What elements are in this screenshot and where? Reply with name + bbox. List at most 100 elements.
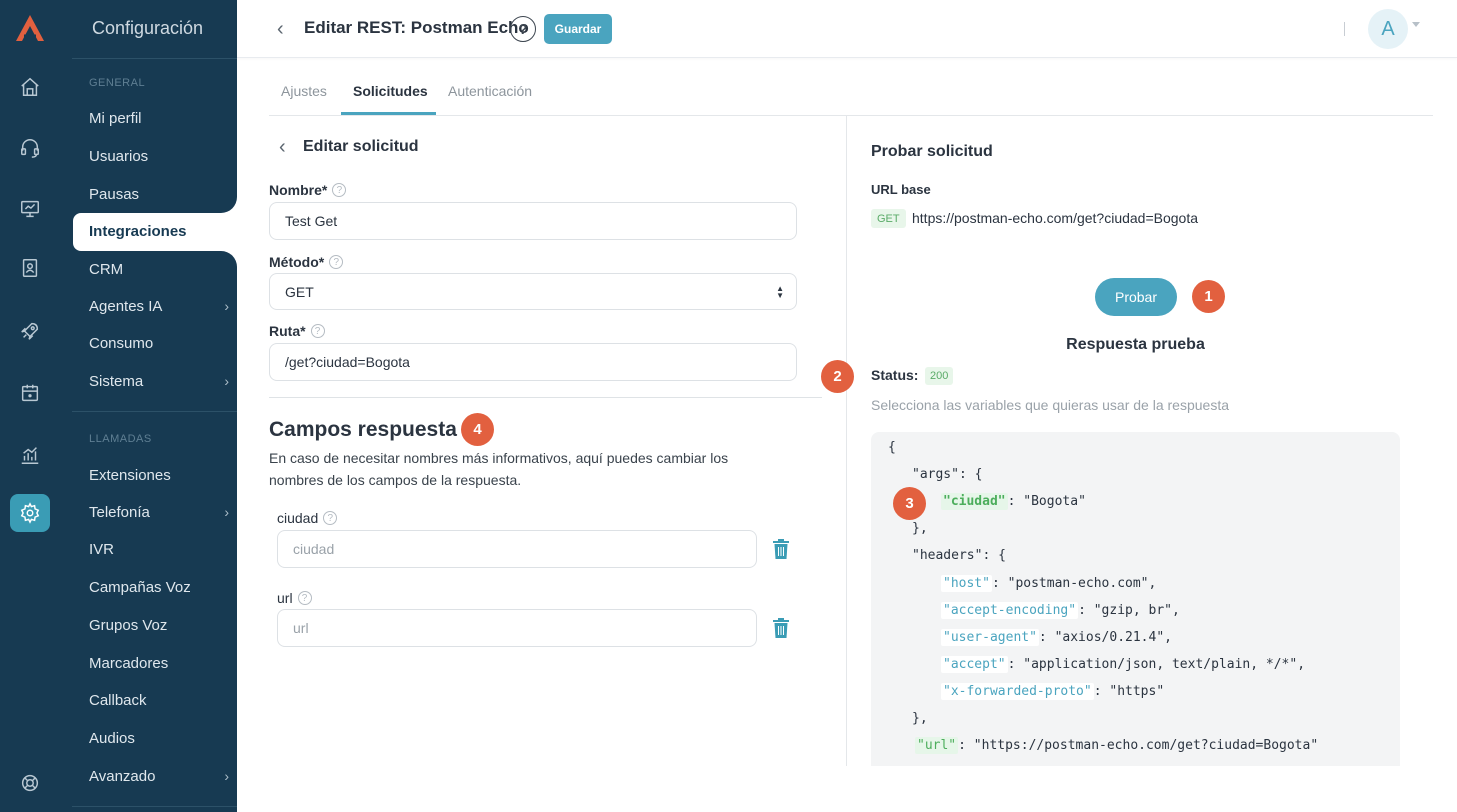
- base-url-value: https://postman-echo.com/get?ciudad=Bogo…: [912, 210, 1199, 226]
- back-chevron-icon[interactable]: ‹: [277, 18, 284, 41]
- app: Configuración GENERAL Mi perfil Usuarios…: [0, 0, 1457, 812]
- sidebar-item-mi-perfil[interactable]: Mi perfil: [89, 107, 229, 129]
- icon-rail: [0, 0, 60, 812]
- status-badge: 200: [925, 367, 954, 385]
- gear-icon[interactable]: [10, 494, 50, 532]
- calendar-icon[interactable]: [10, 374, 50, 412]
- help-icon[interactable]: ?: [323, 511, 338, 525]
- help-icon[interactable]: ?: [332, 183, 347, 197]
- active-tab-indicator: [341, 112, 436, 115]
- sidebar-item-crm[interactable]: CRM: [89, 258, 229, 280]
- divider: [269, 397, 822, 398]
- test-button[interactable]: Probar: [1095, 278, 1177, 316]
- help-icon[interactable]: ?: [310, 324, 325, 338]
- back-chevron-icon[interactable]: ‹: [279, 136, 286, 159]
- section-llamadas: LLAMADAS: [89, 433, 152, 445]
- field-url-input[interactable]: url: [277, 609, 757, 647]
- avatar[interactable]: A: [1368, 9, 1408, 49]
- sidebar-item-telefonia[interactable]: Telefonía ›: [89, 501, 229, 523]
- json-line: {: [888, 440, 896, 455]
- json-key-row[interactable]: "host": "postman-echo.com",: [941, 574, 1157, 592]
- help-icon[interactable]: ?: [297, 591, 312, 605]
- json-value: : "Bogota": [1007, 494, 1086, 510]
- path-input[interactable]: /get?ciudad=Bogota: [269, 343, 797, 381]
- json-line: },: [912, 711, 928, 726]
- json-key-row[interactable]: "url": "https://postman-echo.com/get?ciu…: [915, 737, 1319, 755]
- tab-solicitudes[interactable]: Solicitudes: [353, 83, 428, 99]
- field-url-label: url?: [277, 590, 312, 606]
- sidebar-item-campanas-voz[interactable]: Campañas Voz: [89, 576, 229, 598]
- select-arrows-icon: ▲ ▼: [776, 284, 784, 300]
- json-key-row[interactable]: "accept": "application/json, text/plain,…: [941, 655, 1306, 673]
- json-key-row[interactable]: "user-agent": "axios/0.21.4",: [941, 628, 1172, 646]
- method-select[interactable]: GET ▲ ▼: [269, 273, 797, 310]
- json-key[interactable]: "user-agent": [941, 628, 1039, 646]
- form-title: Editar solicitud: [303, 138, 419, 155]
- response-fields-title: Campos respuesta: [269, 418, 457, 441]
- sidebar-item-usuarios[interactable]: Usuarios: [89, 145, 229, 167]
- method-label: Método*?: [269, 254, 344, 270]
- response-title: Respuesta prueba: [1066, 336, 1205, 353]
- rocket-icon[interactable]: [10, 312, 50, 350]
- home-icon[interactable]: [10, 68, 50, 106]
- sidebar-item-audios[interactable]: Audios: [89, 727, 229, 749]
- sidebar-item-callback[interactable]: Callback: [89, 689, 229, 711]
- name-input[interactable]: Test Get: [269, 202, 797, 240]
- headset-icon[interactable]: [10, 129, 50, 167]
- sidebar-item-extensiones[interactable]: Extensiones: [89, 464, 229, 486]
- save-button[interactable]: Guardar: [544, 14, 612, 44]
- response-fields-description: En caso de necesitar nombres más informa…: [269, 450, 729, 488]
- field-ciudad-input[interactable]: ciudad: [277, 530, 757, 568]
- active-notch-top: [217, 193, 237, 213]
- divider: [846, 116, 847, 766]
- sidebar-item-ivr[interactable]: IVR: [89, 538, 229, 560]
- json-value: : "application/json, text/plain, */*",: [1007, 656, 1306, 672]
- chevron-right-icon: ›: [224, 298, 229, 314]
- method-badge: GET: [871, 209, 906, 228]
- field-ciudad-label: ciudad?: [277, 510, 338, 526]
- json-value: : "postman-echo.com",: [991, 575, 1157, 591]
- step-badge: 1: [1192, 280, 1225, 313]
- help-icon[interactable]: ?: [329, 255, 344, 269]
- json-key[interactable]: "accept-encoding": [941, 601, 1079, 619]
- json-value: : "https://postman-echo.com/get?ciudad=B…: [958, 738, 1319, 754]
- trash-icon[interactable]: [772, 618, 790, 638]
- sidebar-item-sistema[interactable]: Sistema ›: [89, 370, 229, 392]
- tab-autenticacion[interactable]: Autenticación: [448, 83, 532, 99]
- tabs: Ajustes Solicitudes Autenticación: [269, 67, 1433, 116]
- divider: [72, 58, 237, 59]
- json-key[interactable]: "host": [941, 574, 992, 592]
- sidebar-item-grupos-voz[interactable]: Grupos Voz: [89, 614, 229, 636]
- tab-ajustes[interactable]: Ajustes: [281, 83, 327, 99]
- monitor-icon[interactable]: [10, 190, 50, 228]
- help-icon[interactable]: ?: [510, 16, 536, 42]
- json-key[interactable]: "x-forwarded-proto": [941, 682, 1094, 700]
- page-title: Editar REST: Postman Echo: [304, 18, 529, 37]
- json-key[interactable]: "ciudad": [941, 493, 1008, 511]
- app-logo-icon[interactable]: [14, 12, 46, 44]
- contact-book-icon[interactable]: [10, 249, 50, 287]
- name-label: Nombre*?: [269, 182, 347, 198]
- json-key-row[interactable]: "accept-encoding": "gzip, br",: [941, 601, 1180, 619]
- json-line: "headers": {: [912, 548, 1006, 564]
- chevron-right-icon: ›: [224, 768, 229, 784]
- sidebar-item-avanzado[interactable]: Avanzado ›: [89, 765, 229, 787]
- json-line: "args": {: [912, 467, 983, 483]
- sidebar-item-agentes-ia[interactable]: Agentes IA ›: [89, 295, 229, 317]
- json-key[interactable]: "url": [915, 737, 959, 755]
- json-key-row[interactable]: "x-forwarded-proto": "https": [941, 682, 1165, 700]
- divider: [1344, 22, 1345, 36]
- analytics-icon[interactable]: [10, 436, 50, 474]
- json-key-row[interactable]: "ciudad": "Bogota": [941, 493, 1086, 511]
- sidebar-item-integraciones[interactable]: Integraciones: [73, 213, 237, 251]
- divider: [72, 411, 237, 412]
- sidebar-item-consumo[interactable]: Consumo: [89, 332, 229, 354]
- chevron-down-icon[interactable]: [1412, 22, 1420, 27]
- sidebar-item-pausas[interactable]: Pausas: [89, 183, 229, 205]
- json-value: : "https": [1093, 683, 1165, 699]
- base-url-label: URL base: [871, 182, 931, 197]
- trash-icon[interactable]: [772, 539, 790, 559]
- lifebuoy-icon[interactable]: [10, 764, 50, 802]
- json-key[interactable]: "accept": [941, 655, 1008, 673]
- sidebar-item-marcadores[interactable]: Marcadores: [89, 652, 229, 674]
